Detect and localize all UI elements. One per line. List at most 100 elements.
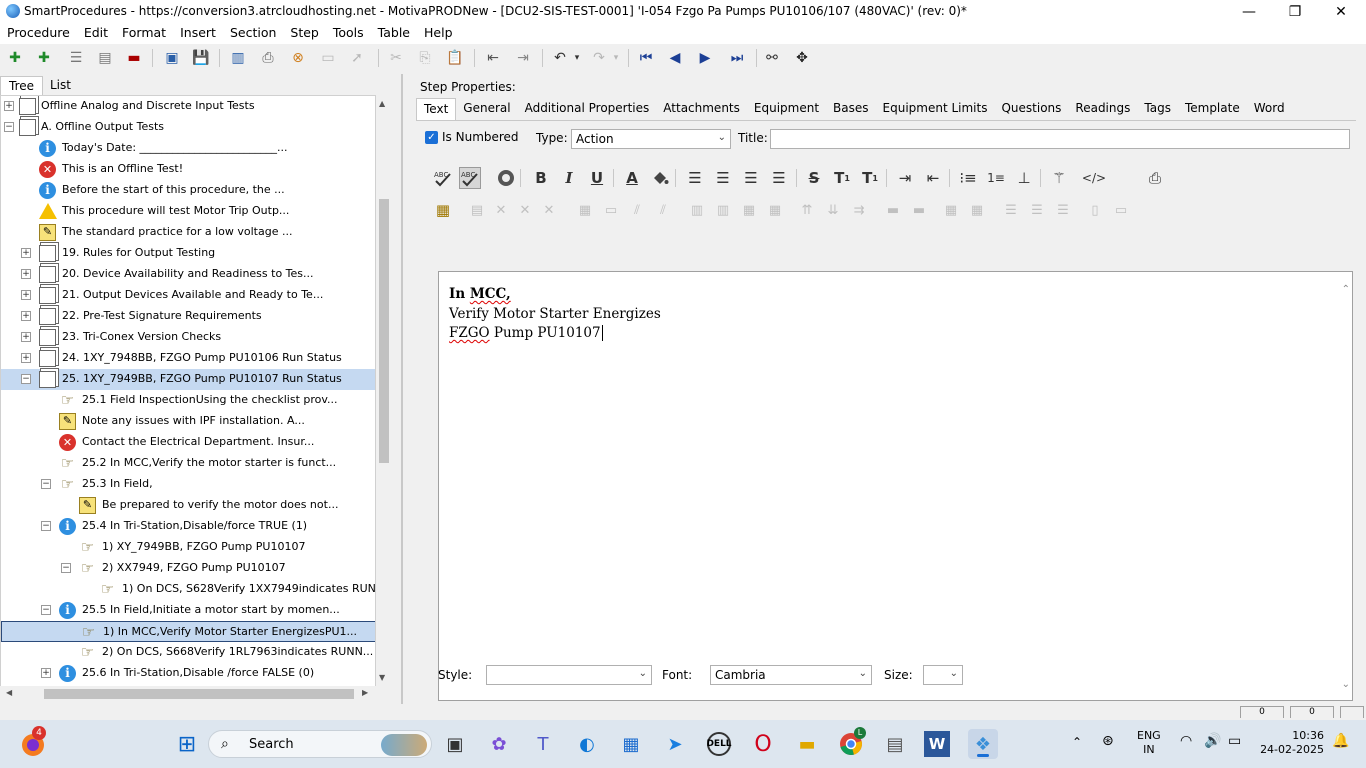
upload-button[interactable]: ▥ [228,48,248,68]
tree-item[interactable]: +20. Device Availability and Readiness t… [1,264,375,285]
hscroll-thumb[interactable] [44,689,354,699]
insert-row-below-icon[interactable]: ⇊ [822,199,844,221]
scroll-down-arrow-icon[interactable]: ▼ [379,673,385,682]
collapse-icon[interactable]: − [61,563,71,573]
chrome-button[interactable]: L [836,727,866,759]
decrease-indent-icon[interactable]: ⇤ [922,167,944,189]
spellcheck-button[interactable]: ⚯ [762,48,782,68]
menu-step[interactable]: Step [283,23,325,44]
tab-equipment[interactable]: Equipment [747,98,826,120]
fill-color-icon[interactable] [649,167,671,189]
image-button[interactable]: ▭ [318,48,338,68]
notifications-icon[interactable]: 🔔 [1332,733,1349,749]
size-dropdown[interactable]: ⌄ [923,665,963,685]
list-button[interactable]: ☰ [66,48,86,68]
step-text-editor[interactable]: In MCC, Verify Motor Starter Energizes F… [438,271,1353,701]
tree-item[interactable]: ☞ 1) On DCS, S628Verify 1XX7949indicates … [1,579,375,600]
is-numbered-checkbox[interactable]: ✓ [425,131,438,144]
style-dropdown[interactable]: ⌄ [486,665,652,685]
tree-item[interactable]: − i 25.4 In Tri-Station,Disable/force TRUE… [1,516,375,537]
tree-horizontal-scrollbar[interactable]: ◀ ▶ [0,686,376,702]
close-button[interactable]: ✕ [1318,0,1364,23]
tree-item[interactable]: ✎ Note any issues with IPF installation. … [1,411,375,432]
tab-general[interactable]: General [456,98,517,120]
menu-insert[interactable]: Insert [173,23,223,44]
network-settings-icon[interactable]: ⊛ [1102,733,1114,749]
tab-tags[interactable]: Tags [1137,98,1178,120]
next-button[interactable]: ▶ [695,48,715,68]
underline-icon[interactable]: U [586,167,608,189]
word-button[interactable]: W [924,731,950,757]
cell-props-icon[interactable]: ▦ [574,199,596,221]
subscript-icon[interactable]: T1 [859,167,881,189]
tab-bases[interactable]: Bases [826,98,875,120]
tree-item[interactable]: − ☞ 2) XX7949, FZGO Pump PU10107 [1,558,375,579]
tab-equipment-limits[interactable]: Equipment Limits [876,98,995,120]
tree-item[interactable]: ✕ Contact the Electrical Department. Insu… [1,432,375,453]
start-button[interactable]: ⊞ [172,729,202,759]
grid2-icon[interactable]: ▦ [764,199,786,221]
last-button[interactable]: ⏭ [727,48,747,68]
properties-button[interactable]: ▤ [95,48,115,68]
justify-icon[interactable]: ☰ [768,167,790,189]
align-left-icon[interactable]: ☰ [684,167,706,189]
print-button[interactable]: ⎙ [258,48,278,68]
expand-icon[interactable]: + [21,290,31,300]
tree-item[interactable]: − A. Offline Output Tests [1,117,375,138]
scroll-right-arrow-icon[interactable]: ▶ [362,688,368,697]
tab-additional-properties[interactable]: Additional Properties [518,98,657,120]
dell-button[interactable]: DELL [704,729,734,759]
scroll-up-arrow-icon[interactable]: ▲ [379,99,385,108]
taskbar-search[interactable]: ⌕ Search [208,730,432,758]
add-substep-button[interactable]: ✚ [34,48,54,68]
border-icon[interactable]: ▦ [940,199,962,221]
minimize-button[interactable]: — [1226,0,1272,23]
superscript-icon[interactable]: T1 [831,167,853,189]
insert-table-icon[interactable]: ▦ [432,199,454,221]
menu-procedure[interactable]: Procedure [0,23,77,44]
clock[interactable]: 10:36 24-02-2025 [1256,729,1324,757]
tree-item[interactable]: ☞ 1) XY_7949BB, FZGO Pump PU10107 [1,537,375,558]
bold-icon[interactable]: B [530,167,552,189]
tree-item[interactable]: − 25. 1XY_7949BB, FZGO Pump PU10107 Run S… [1,369,375,390]
increase-indent-icon[interactable]: ⇥ [894,167,916,189]
tree-item[interactable]: ☞ 25.2 In MCC,Verify the motor starter is… [1,453,375,474]
table-props-icon[interactable]: ▤ [466,199,488,221]
delete-row-icon[interactable]: ✕ [538,199,560,221]
menu-table[interactable]: Table [371,23,417,44]
teams-button[interactable]: T [528,729,558,759]
tree-item[interactable]: + i 25.6 In Tri-Station,Disable /force FAL… [1,663,375,684]
align-right-icon[interactable]: ☰ [740,167,762,189]
expand-icon[interactable]: + [21,311,31,321]
insert-row-above-icon[interactable]: ⇈ [796,199,818,221]
expand-icon[interactable]: + [41,668,51,678]
split-cells-icon[interactable]: ▬ [908,199,930,221]
language-indicator[interactable]: ENG IN [1137,729,1161,757]
text-field-icon[interactable]: ▭ [1110,199,1132,221]
move-button[interactable]: ✥ [792,48,812,68]
weather-widget[interactable]: 4 [18,726,48,759]
power-automate-button[interactable]: ➤ [660,729,690,759]
battery-icon[interactable]: ▭ [1228,733,1241,749]
delete-button[interactable]: ▬ [124,48,144,68]
strikethrough-icon[interactable]: S [803,167,825,189]
link-button[interactable]: ⊗ [288,48,308,68]
html-source-icon[interactable]: </> [1082,167,1106,189]
app-button[interactable]: ▤ [880,729,910,759]
menu-edit[interactable]: Edit [77,23,115,44]
expand-icon[interactable]: + [21,353,31,363]
indent-button[interactable]: ⇥ [513,48,533,68]
magic-wand-icon[interactable]: ⚚ [1048,167,1070,189]
opera-button[interactable]: O [748,729,778,759]
expand-icon[interactable]: + [4,101,14,111]
tree-item[interactable]: + Offline Analog and Discrete Input Tests [1,96,375,117]
tab-word[interactable]: Word [1247,98,1292,120]
font-color-icon[interactable]: A [621,167,643,189]
store-button[interactable]: ▦ [616,729,646,759]
expand-icon[interactable]: + [21,269,31,279]
menu-format[interactable]: Format [115,23,173,44]
open-button[interactable]: ▣ [162,48,182,68]
numbered-list-icon[interactable]: 1≡ [985,167,1007,189]
auto-spellcheck-icon[interactable]: ABC [459,167,481,189]
horizontal-rule-icon[interactable]: ⊥ [1013,167,1035,189]
